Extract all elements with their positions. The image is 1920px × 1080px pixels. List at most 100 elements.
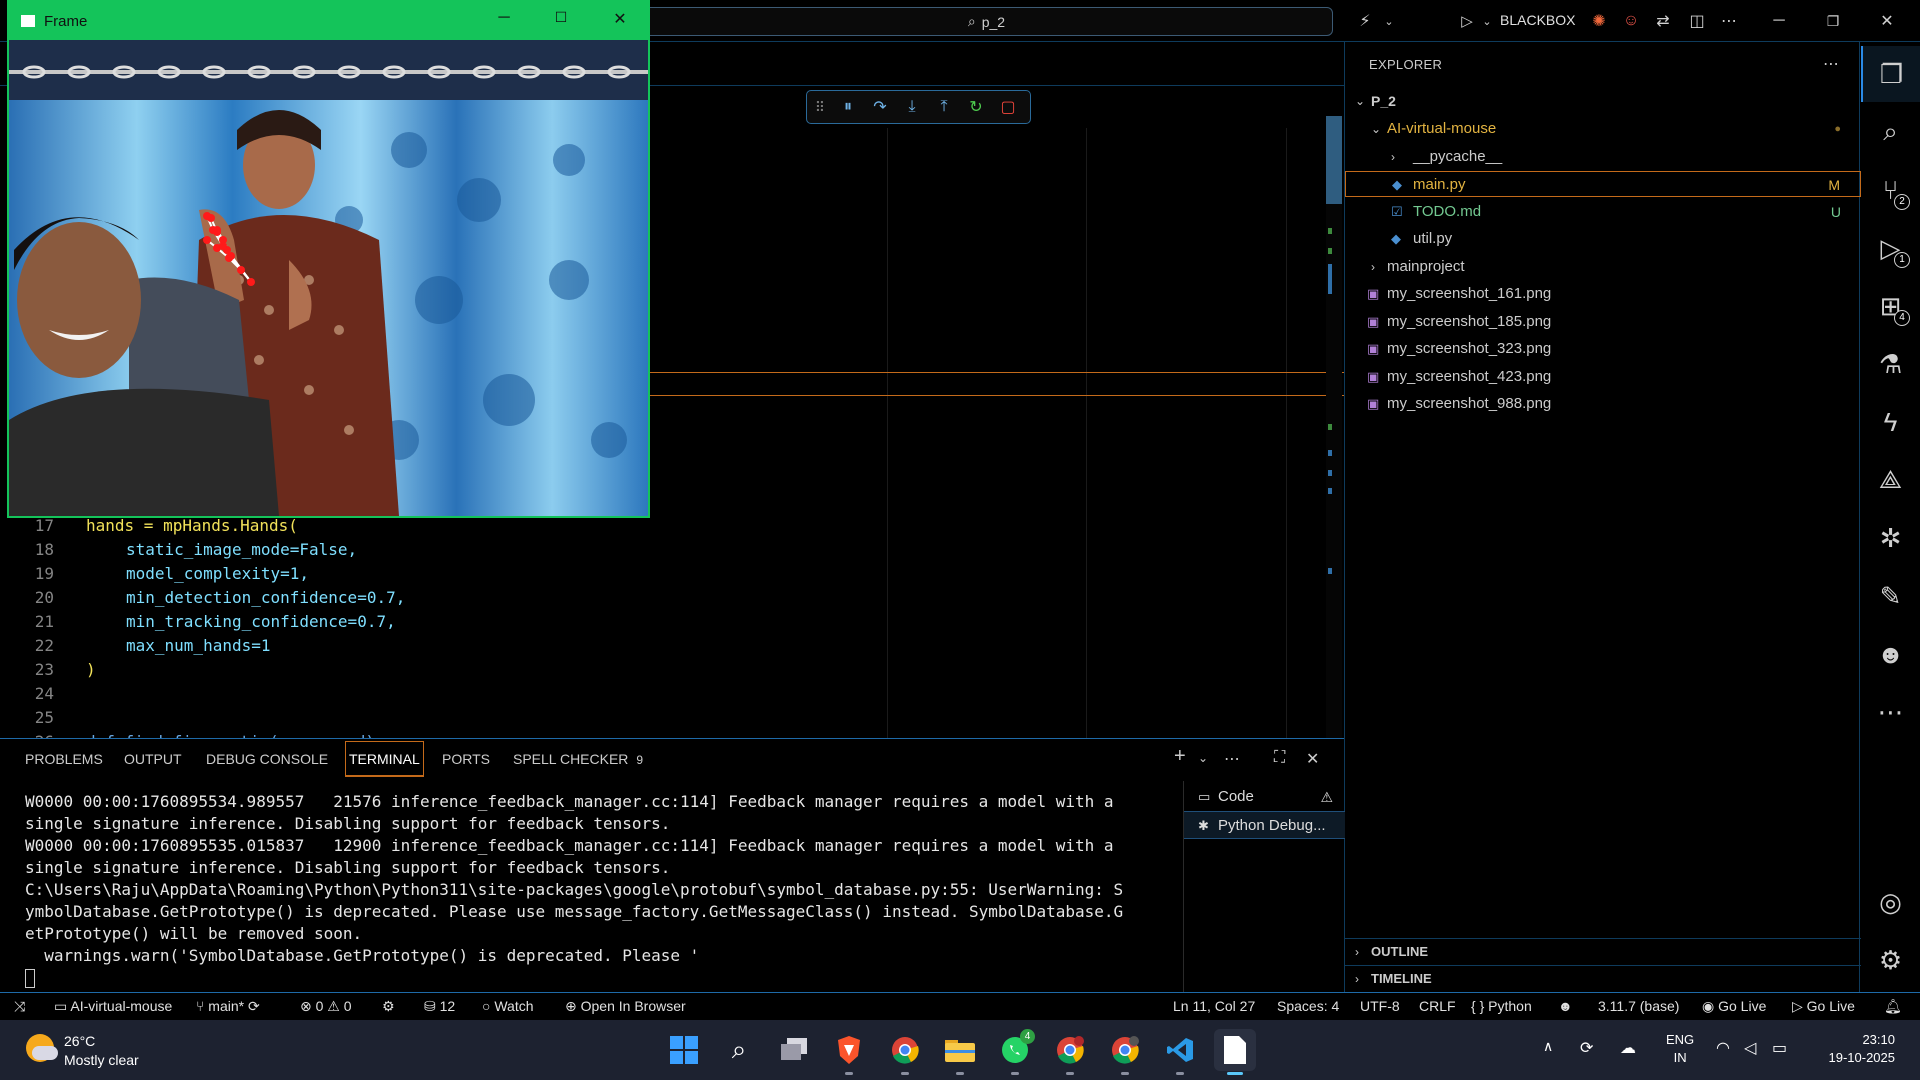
vscode-icon[interactable] — [1159, 1029, 1201, 1075]
lightning-icon[interactable]: ϟ — [1861, 394, 1920, 450]
ai-chat-icon[interactable]: ✎ — [1861, 568, 1920, 624]
minimize-icon[interactable]: ─ — [489, 9, 519, 27]
tab-debug-console[interactable]: DEBUG CONSOLE — [206, 751, 328, 767]
tree-file-screenshot[interactable]: ▣ my_screenshot_185.png — [1345, 309, 1861, 335]
eol-status[interactable]: CRLF — [1419, 998, 1456, 1014]
more-icon[interactable]: ⋯ — [1861, 684, 1920, 740]
indentation-status[interactable]: Spaces: 4 — [1277, 998, 1339, 1014]
chevron-down-icon[interactable]: ⌄ — [1198, 751, 1208, 765]
language-indicator[interactable]: ENG IN — [1666, 1031, 1694, 1067]
tree-file-util-py[interactable]: ◆ util.py — [1345, 226, 1861, 252]
volume-icon[interactable]: ◁ — [1744, 1038, 1756, 1058]
copilot-status-icon[interactable]: ☻ — [1558, 998, 1573, 1014]
compare-icon[interactable]: ⇄ — [1650, 8, 1676, 34]
run-dropdown-icon[interactable]: ⌄ — [1480, 8, 1494, 34]
outline-section[interactable]: › OUTLINE — [1345, 938, 1861, 964]
extensions-icon[interactable]: ⊞ 4 — [1861, 278, 1920, 334]
remote-icon[interactable]: ⟁ — [1861, 452, 1920, 508]
minimize-icon[interactable]: ─ — [1764, 8, 1794, 34]
language-status[interactable]: { } Python — [1471, 998, 1532, 1014]
open-browser-status[interactable]: ⊕ Open In Browser — [565, 998, 686, 1015]
copilot-icon[interactable]: ⚡︎ — [1350, 8, 1380, 34]
task-view-icon[interactable] — [773, 1029, 815, 1071]
step-into-icon[interactable]: ⤓ — [901, 96, 923, 118]
tab-ports[interactable]: PORTS — [442, 751, 490, 767]
more-icon[interactable]: ⋯ — [1716, 8, 1742, 34]
brave-icon[interactable] — [828, 1029, 870, 1075]
terminal-item-code[interactable]: ▭ Code ⚠ — [1184, 783, 1345, 811]
frame-window[interactable]: Frame ─ ☐ ✕ — [7, 0, 650, 518]
tab-terminal[interactable]: TERMINAL — [345, 741, 424, 777]
frame-title-bar[interactable]: Frame ─ ☐ ✕ — [9, 2, 648, 40]
layout-icon[interactable]: ◫ — [1684, 8, 1710, 34]
weather-widget[interactable]: 26°C Mostly clear — [24, 1030, 184, 1072]
copilot-icon[interactable]: ✲ — [1861, 510, 1920, 566]
tab-output[interactable]: OUTPUT — [124, 751, 182, 767]
tab-spell-checker[interactable]: SPELL CHECKER 9 — [513, 751, 643, 767]
step-over-icon[interactable]: ↷ — [869, 96, 891, 118]
database-status[interactable]: ⛁ 12 — [424, 998, 455, 1015]
whatsapp-icon[interactable]: 4 — [994, 1029, 1036, 1075]
go-live-status[interactable]: ▷ Go Live — [1792, 998, 1855, 1015]
system-clock[interactable]: 23:10 19-10-2025 — [1813, 1031, 1896, 1067]
run-debug-icon[interactable]: ▷ 1 — [1861, 220, 1920, 276]
stop-icon[interactable]: ▢ — [997, 96, 1019, 118]
sync-icon[interactable]: ⟳ — [1580, 1038, 1593, 1058]
run-icon[interactable]: ▷ — [1456, 8, 1478, 34]
file-explorer-icon[interactable] — [939, 1029, 981, 1075]
branch-status[interactable]: ⑂ main* ⟳ — [196, 998, 260, 1015]
folder-status[interactable]: ▭ AI-virtual-mouse — [54, 998, 172, 1015]
gear-icon[interactable]: ⚙ — [1861, 932, 1920, 988]
pause-icon[interactable]: ⏸ — [837, 96, 859, 118]
source-control-icon[interactable]: ⑂ 2 — [1861, 162, 1920, 218]
interpreter-status[interactable]: 3.11.7 (base) — [1598, 998, 1679, 1014]
tree-folder-ai-virtual-mouse[interactable]: ⌄ AI-virtual-mouse ● — [1345, 116, 1861, 142]
blackbox-label[interactable]: BLACKBOX — [1500, 12, 1575, 28]
watch-status[interactable]: ○ Watch — [482, 998, 534, 1014]
restart-icon[interactable]: ↻ — [965, 96, 987, 118]
wifi-icon[interactable]: ◠ — [1716, 1038, 1730, 1058]
battery-icon[interactable]: ▭ — [1772, 1038, 1787, 1058]
close-panel-icon[interactable]: ✕ — [1306, 749, 1319, 769]
sparkle-icon[interactable]: ✺ — [1586, 8, 1612, 34]
step-out-icon[interactable]: ⤒ — [933, 96, 955, 118]
problems-status[interactable]: ⊗ 0 ⚠ 0 — [300, 998, 352, 1015]
more-icon[interactable]: ⋯ — [1823, 54, 1839, 74]
close-icon[interactable]: ✕ — [605, 9, 635, 29]
tree-file-screenshot[interactable]: ▣ my_screenshot_423.png — [1345, 364, 1861, 390]
chrome-profile-icon[interactable] — [1104, 1029, 1146, 1075]
restore-icon[interactable]: ❐ — [1818, 8, 1848, 34]
notifications-icon[interactable]: 🔔︎ — [1884, 998, 1902, 1015]
tree-file-todo-md[interactable]: ☑ TODO.md U — [1345, 199, 1861, 225]
tab-problems[interactable]: PROBLEMS — [25, 751, 103, 767]
go-live-status[interactable]: ◉ Go Live — [1702, 998, 1766, 1015]
search-icon[interactable]: ⌕ — [718, 1029, 760, 1071]
remote-icon[interactable]: ⤨ — [14, 998, 25, 1015]
command-center-search[interactable]: ⌕ p_2 — [640, 7, 1333, 36]
maximize-panel-icon[interactable]: ⛶ — [1274, 749, 1285, 767]
testing-icon[interactable]: ⚗ — [1861, 336, 1920, 392]
tree-folder-mainproject[interactable]: › mainproject — [1345, 254, 1861, 280]
notepad-icon[interactable] — [1214, 1029, 1256, 1075]
search-icon[interactable]: ⌕ — [1861, 104, 1920, 160]
start-button[interactable] — [663, 1029, 705, 1071]
chevron-down-icon[interactable]: ⌄ — [1382, 8, 1396, 34]
code-lines[interactable]: 17 hands = mpHands.Hands( 18 static_image_… — [0, 514, 1320, 740]
tree-root[interactable]: ⌄ P_2 — [1345, 88, 1861, 114]
chevron-up-icon[interactable]: ∧ — [1543, 1038, 1553, 1055]
account-icon[interactable]: ◎ — [1861, 874, 1920, 930]
tree-file-screenshot[interactable]: ▣ my_screenshot_323.png — [1345, 336, 1861, 362]
terminal-output[interactable]: W0000 00:00:1760895534.989557 21576 infe… — [25, 791, 1175, 989]
chrome-profile-icon[interactable] — [1049, 1029, 1091, 1075]
explorer-icon[interactable]: ❐ — [1861, 46, 1920, 102]
scrollbar-thumb[interactable] — [1326, 116, 1342, 204]
tree-file-screenshot[interactable]: ▣ my_screenshot_988.png — [1345, 391, 1861, 417]
debug-status-icon[interactable]: ⚙ — [382, 998, 395, 1015]
onedrive-icon[interactable]: ☁ — [1620, 1038, 1636, 1058]
tree-file-screenshot[interactable]: ▣ my_screenshot_161.png — [1345, 281, 1861, 307]
cursor-position[interactable]: Ln 11, Col 27 — [1173, 998, 1255, 1014]
terminal-item-python-debug[interactable]: ✱ Python Debug... — [1184, 811, 1345, 839]
tree-folder-pycache[interactable]: › __pycache__ — [1345, 144, 1861, 170]
chrome-icon[interactable] — [884, 1029, 926, 1075]
bot-icon[interactable]: ☻ — [1861, 626, 1920, 682]
